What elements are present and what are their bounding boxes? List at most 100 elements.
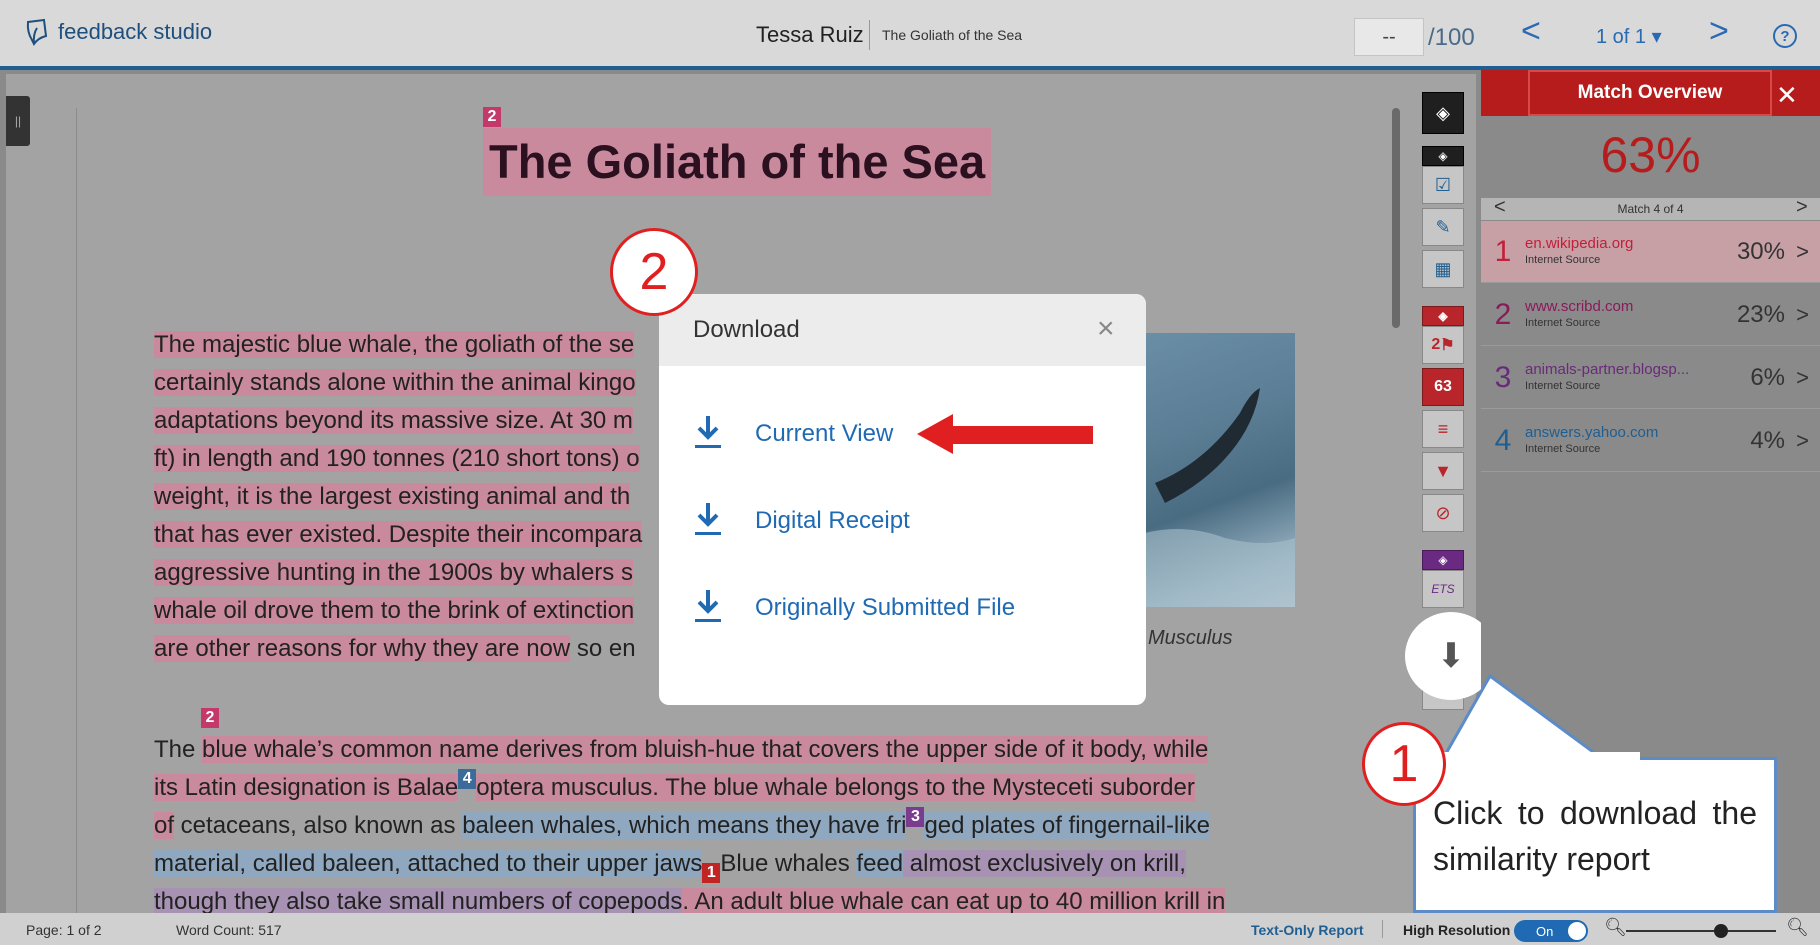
highlighted-text[interactable]: whale oil drove them to the brink of ext… — [154, 597, 635, 624]
source-number: 4 — [1494, 423, 1512, 457]
highlighted-text[interactable]: ged plates of fingernail-like — [924, 812, 1210, 839]
checkbox-icon[interactable]: ☑ — [1422, 166, 1464, 204]
highlighted-text[interactable]: adaptations beyond its massive size. At … — [154, 407, 633, 434]
highlighted-text[interactable]: material, called baleen, attached to the… — [154, 850, 703, 877]
chevron-right-icon[interactable]: > — [1785, 365, 1820, 391]
document-scrollbar[interactable] — [1392, 108, 1400, 328]
source-percentage: 6% — [1750, 363, 1785, 391]
similarity-layer-icon[interactable]: ◈ — [1422, 306, 1464, 326]
source-percentage: 4% — [1750, 426, 1785, 454]
match-marker[interactable]: 3 — [906, 807, 925, 827]
plain-text: so en — [570, 635, 636, 662]
sidebar-toggle-handle[interactable]: || — [6, 96, 30, 146]
match-marker[interactable]: 1 — [702, 863, 721, 883]
highlighted-text[interactable]: aggressive hunting in the 1900s by whale… — [154, 559, 633, 586]
help-icon[interactable]: ? — [1773, 24, 1797, 48]
highlighted-text[interactable]: . An adult blue whale can eat up to 40 m… — [682, 888, 1226, 915]
highlighted-text[interactable]: almost exclusively on krill, — [903, 850, 1186, 877]
ets-icon[interactable]: ETS — [1422, 570, 1464, 608]
red-arrow-annotation — [917, 414, 1093, 454]
rubric-grid-icon[interactable]: ▦ — [1422, 250, 1464, 288]
highlighted-text[interactable]: baleen whales, which means they have fri — [462, 812, 907, 839]
chevron-right-icon[interactable]: > — [1709, 12, 1729, 51]
whale-tail-image — [1145, 333, 1295, 607]
layers-icon[interactable]: ◈ — [1422, 92, 1464, 134]
download-current-view-button[interactable]: Current View — [691, 409, 893, 459]
highlighted-text[interactable]: its Latin designation is Balae — [154, 774, 459, 801]
highlighted-text[interactable]: are other reasons for why they are now — [154, 635, 571, 662]
word-count: Word Count: 517 — [176, 922, 282, 938]
close-icon[interactable]: ✕ — [1776, 80, 1798, 111]
dialog-title: Download — [693, 316, 800, 343]
chevron-right-icon[interactable]: > — [1785, 302, 1820, 328]
page-edge — [76, 108, 77, 913]
download-original-file-button[interactable]: Originally Submitted File — [691, 583, 1015, 633]
highlighted-text[interactable]: blue whale’s common name derives from bl… — [202, 736, 1209, 763]
match-marker[interactable]: 2 — [201, 708, 219, 728]
status-divider — [1382, 920, 1383, 938]
similarity-score-badge[interactable]: 63 — [1422, 368, 1464, 406]
match-marker[interactable]: 4 — [458, 769, 477, 789]
download-icon — [691, 501, 725, 541]
close-icon[interactable]: × — [1097, 312, 1115, 346]
highlighted-text[interactable]: that has ever existed. Despite their inc… — [154, 521, 643, 548]
image-caption: Musculus — [1148, 627, 1233, 649]
highlighted-text[interactable]: certainly stands alone within the animal… — [154, 369, 636, 396]
flag-count: 2 — [1431, 336, 1441, 353]
filter-icon[interactable]: ▼ — [1422, 452, 1464, 490]
paper-selector[interactable]: 1 of 1 ▾ — [1596, 24, 1662, 49]
source-name: www.scribd.com — [1525, 297, 1634, 315]
chevron-right-icon[interactable]: > — [1785, 239, 1820, 265]
chevron-left-icon[interactable]: < — [1521, 12, 1541, 51]
highlighted-text[interactable]: though they also take small numbers of c… — [154, 888, 683, 915]
source-row[interactable]: 2 www.scribd.com Internet Source 23% > — [1481, 284, 1820, 346]
match-marker[interactable]: 2 — [483, 107, 501, 127]
flag-icon[interactable]: 2 ⚑ — [1422, 326, 1464, 364]
source-percentage: 30% — [1736, 237, 1785, 265]
download-option-label: Originally Submitted File — [755, 594, 1016, 621]
text-only-report-link[interactable]: Text-Only Report — [1251, 922, 1364, 938]
app-logo[interactable]: feedback studio — [24, 18, 212, 46]
chevron-right-icon[interactable]: > — [1785, 428, 1820, 454]
highlighted-text[interactable]: feed — [856, 850, 904, 877]
edit-icon[interactable]: ✎ — [1422, 208, 1464, 246]
app-name: feedback studio — [58, 19, 213, 44]
grading-layer-icon[interactable]: ◈ — [1422, 146, 1464, 166]
panel-title: Match Overview — [1528, 70, 1772, 116]
source-row[interactable]: 3 animals-partner.blogsp... Internet Sour… — [1481, 347, 1820, 409]
source-percentage: 23% — [1736, 300, 1785, 328]
highlighted-text[interactable]: The majestic blue whale, the goliath of … — [154, 331, 635, 358]
callout-text: Click to download the similarity report — [1433, 795, 1757, 877]
sort-icon[interactable]: ≡ — [1422, 410, 1464, 448]
highlighted-text[interactable]: weight, it is the largest existing anima… — [154, 483, 631, 510]
source-row[interactable]: 1 en.wikipedia.org Internet Source 30% > — [1481, 221, 1820, 283]
source-name: en.wikipedia.org — [1525, 234, 1634, 252]
ets-layer-icon[interactable]: ◈ — [1422, 550, 1464, 570]
highlighted-text[interactable]: optera musculus. The blue whale belongs … — [476, 774, 1195, 801]
source-type: Internet Source — [1525, 316, 1601, 329]
document-title: The Goliath of the Sea — [483, 128, 992, 196]
zoom-in-icon[interactable]: 🔍︎ — [1786, 917, 1809, 938]
zoom-slider[interactable] — [1626, 930, 1776, 932]
chevron-right-icon[interactable]: > — [1796, 196, 1808, 219]
source-type: Internet Source — [1525, 379, 1601, 392]
grade-max: /100 — [1428, 24, 1475, 51]
zoom-out-icon[interactable]: 🔍︎ — [1604, 917, 1627, 938]
grade-input[interactable]: -- — [1354, 18, 1424, 56]
toggle-knob[interactable] — [1568, 922, 1586, 940]
download-digital-receipt-button[interactable]: Digital Receipt — [691, 496, 910, 546]
exclude-icon[interactable]: ⊘ — [1422, 494, 1464, 532]
chevron-left-icon[interactable]: < — [1494, 196, 1506, 219]
download-option-label: Digital Receipt — [755, 507, 910, 534]
plain-text: Blue whales — [720, 850, 857, 877]
plain-text: cetaceans, also known as — [174, 812, 463, 839]
zoom-slider-thumb[interactable] — [1714, 924, 1728, 938]
source-number: 2 — [1494, 297, 1512, 331]
download-icon — [691, 414, 725, 454]
highlighted-text[interactable]: ft) in length and 190 tonnes (210 short … — [154, 445, 640, 472]
highlighted-text[interactable]: of — [154, 812, 175, 839]
source-row[interactable]: 4 answers.yahoo.com Internet Source 4% > — [1481, 410, 1820, 472]
plain-text: The — [154, 736, 203, 763]
download-icon — [691, 588, 725, 628]
feedback-studio-logo-icon — [26, 18, 48, 46]
